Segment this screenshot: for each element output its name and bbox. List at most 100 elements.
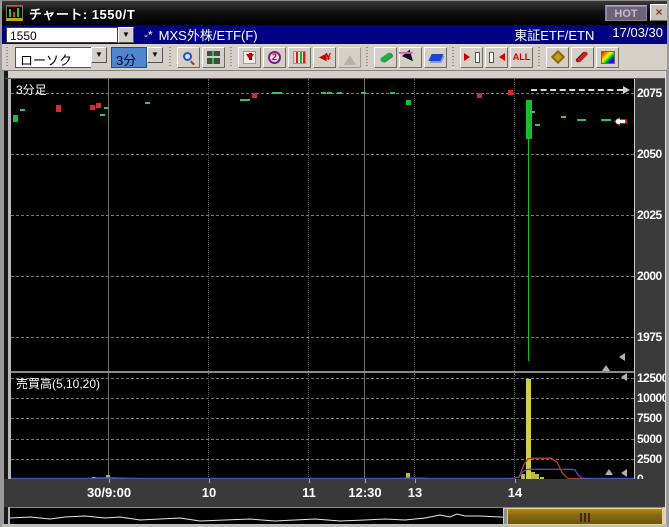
wrench-icon <box>576 51 588 63</box>
symbol-code-combo[interactable]: 1550 ▼ <box>6 27 134 43</box>
price-pane[interactable]: 3分足 <box>11 79 634 371</box>
current-price-arrow-icon <box>623 86 634 94</box>
candle-body <box>90 105 95 110</box>
price-tick-label: 1975 <box>637 330 662 344</box>
candle-body <box>56 105 61 112</box>
right-edge <box>665 71 669 527</box>
candle-wick <box>528 100 529 361</box>
grid-button[interactable] <box>202 47 225 68</box>
toolbar-grip[interactable] <box>537 47 542 67</box>
candle-doji <box>100 114 105 116</box>
chevron-down-icon[interactable]: ▼ <box>91 47 107 63</box>
candle-right-arrow-icon <box>489 52 505 63</box>
eraser-icon <box>428 54 443 61</box>
candle-doji <box>561 116 566 118</box>
show-all-button[interactable]: ALL <box>510 47 533 68</box>
axis-tick <box>309 479 310 483</box>
candle-body <box>96 103 101 108</box>
yen-button[interactable]: ◀¥ <box>313 47 336 68</box>
symbol-prefix: -* <box>144 28 153 42</box>
candle-doji <box>321 92 326 94</box>
candle-grid-button[interactable] <box>288 47 311 68</box>
candle-body <box>477 93 482 98</box>
symbol-code-input[interactable]: 1550 <box>6 27 118 43</box>
chevron-down-icon[interactable]: ▼ <box>147 47 163 63</box>
toolbar-grip[interactable] <box>229 47 234 67</box>
zoom-2-button[interactable]: 2 <box>263 47 286 68</box>
close-icon[interactable]: × <box>650 4 668 21</box>
chevron-down-icon[interactable]: ▼ <box>118 27 134 43</box>
color-button[interactable] <box>596 47 619 68</box>
volume-tick-label: 10000 <box>637 391 668 405</box>
draw-pencil-button[interactable] <box>374 47 397 68</box>
chart-type-combo[interactable]: ローソク ▼ <box>15 47 107 68</box>
candle-doji <box>245 99 250 101</box>
chart-type-value[interactable]: ローソク <box>15 47 91 68</box>
chart-arrow-down-icon <box>243 51 256 64</box>
chart-window: チャート: 1550/T HOT × 1550 ▼ -* MXS外株/ETF(F… <box>0 0 669 527</box>
range-slider-handle[interactable] <box>503 508 508 525</box>
search-icon <box>183 52 194 63</box>
scroll-marker-left-icon <box>615 353 625 361</box>
candle-body <box>252 93 257 98</box>
grid-line <box>108 79 109 371</box>
price-tick-label: 2025 <box>637 208 662 222</box>
interval-value[interactable]: 3分足 <box>111 47 147 68</box>
scroll-marker-up-icon <box>605 465 613 475</box>
title-bar[interactable]: チャート: 1550/T HOT × <box>2 1 669 25</box>
pencil-icon <box>379 52 392 63</box>
price-tick-label: 2075 <box>637 86 662 100</box>
volume-pane-label: 売買高(5,10,20) <box>16 375 100 392</box>
rainbow-icon <box>601 51 615 64</box>
settings-button[interactable] <box>546 47 569 68</box>
axis-tick <box>109 479 110 483</box>
axis-tick <box>209 479 210 483</box>
eraser-button[interactable] <box>424 47 447 68</box>
toolbar-grip[interactable] <box>168 47 173 67</box>
burst-icon <box>550 50 564 64</box>
app-icon <box>6 5 23 21</box>
warning-icon <box>344 49 356 65</box>
zoom-2-icon: 2 <box>268 51 281 64</box>
hot-button[interactable]: HOT <box>605 5 647 21</box>
zoom-button[interactable] <box>177 47 200 68</box>
range-slider[interactable] <box>507 508 663 525</box>
candle-doji <box>361 92 366 94</box>
select-line-button[interactable] <box>399 47 422 68</box>
price-tick-label: 2050 <box>637 147 662 161</box>
cursor-icon <box>402 50 420 69</box>
toolbar-grip[interactable] <box>451 47 456 67</box>
candle-body <box>526 100 532 139</box>
grid-line <box>11 276 634 277</box>
x-axis-label: 30/9:00 <box>74 485 144 500</box>
symbol-name: MXS外株/ETF(F) <box>159 25 258 44</box>
scroll-left-candle-button[interactable] <box>460 47 483 68</box>
toolbar: ローソク ▼ 3分足 ▼ 2 ◀¥ ALL <box>2 44 669 71</box>
warning-button <box>338 47 361 68</box>
tools-button[interactable] <box>571 47 594 68</box>
volume-pane[interactable]: 売買高(5,10,20) <box>11 373 634 479</box>
slider-grip-icon <box>580 513 590 522</box>
last-price-marker-icon <box>614 117 627 126</box>
candle-body <box>508 90 513 95</box>
grid-line <box>11 215 634 216</box>
axis-tick <box>415 479 416 483</box>
grid-line <box>308 79 309 371</box>
interval-combo[interactable]: 3分足 ▼ <box>111 47 163 68</box>
candle-doji <box>606 119 611 121</box>
candle-doji <box>535 124 540 126</box>
scroll-marker-left-icon <box>617 469 627 477</box>
chart-download-button[interactable] <box>238 47 261 68</box>
candle-doji <box>390 92 395 94</box>
price-pane-label: 3分足 <box>16 81 47 98</box>
symbol-bar: 1550 ▼ -* MXS外株/ETF(F) 東証ETF/ETN 17/03/3… <box>2 25 669 44</box>
candle-doji <box>327 92 332 94</box>
all-icon: ALL <box>513 52 531 62</box>
volume-tick-label: 5000 <box>637 432 662 446</box>
scroll-right-candle-button[interactable] <box>485 47 508 68</box>
axis-tick <box>515 479 516 483</box>
toolbar-grip[interactable] <box>5 47 10 67</box>
toolbar-grip[interactable] <box>365 47 370 67</box>
volume-tick-label: 2500 <box>637 452 662 466</box>
range-navigator[interactable] <box>10 507 663 524</box>
